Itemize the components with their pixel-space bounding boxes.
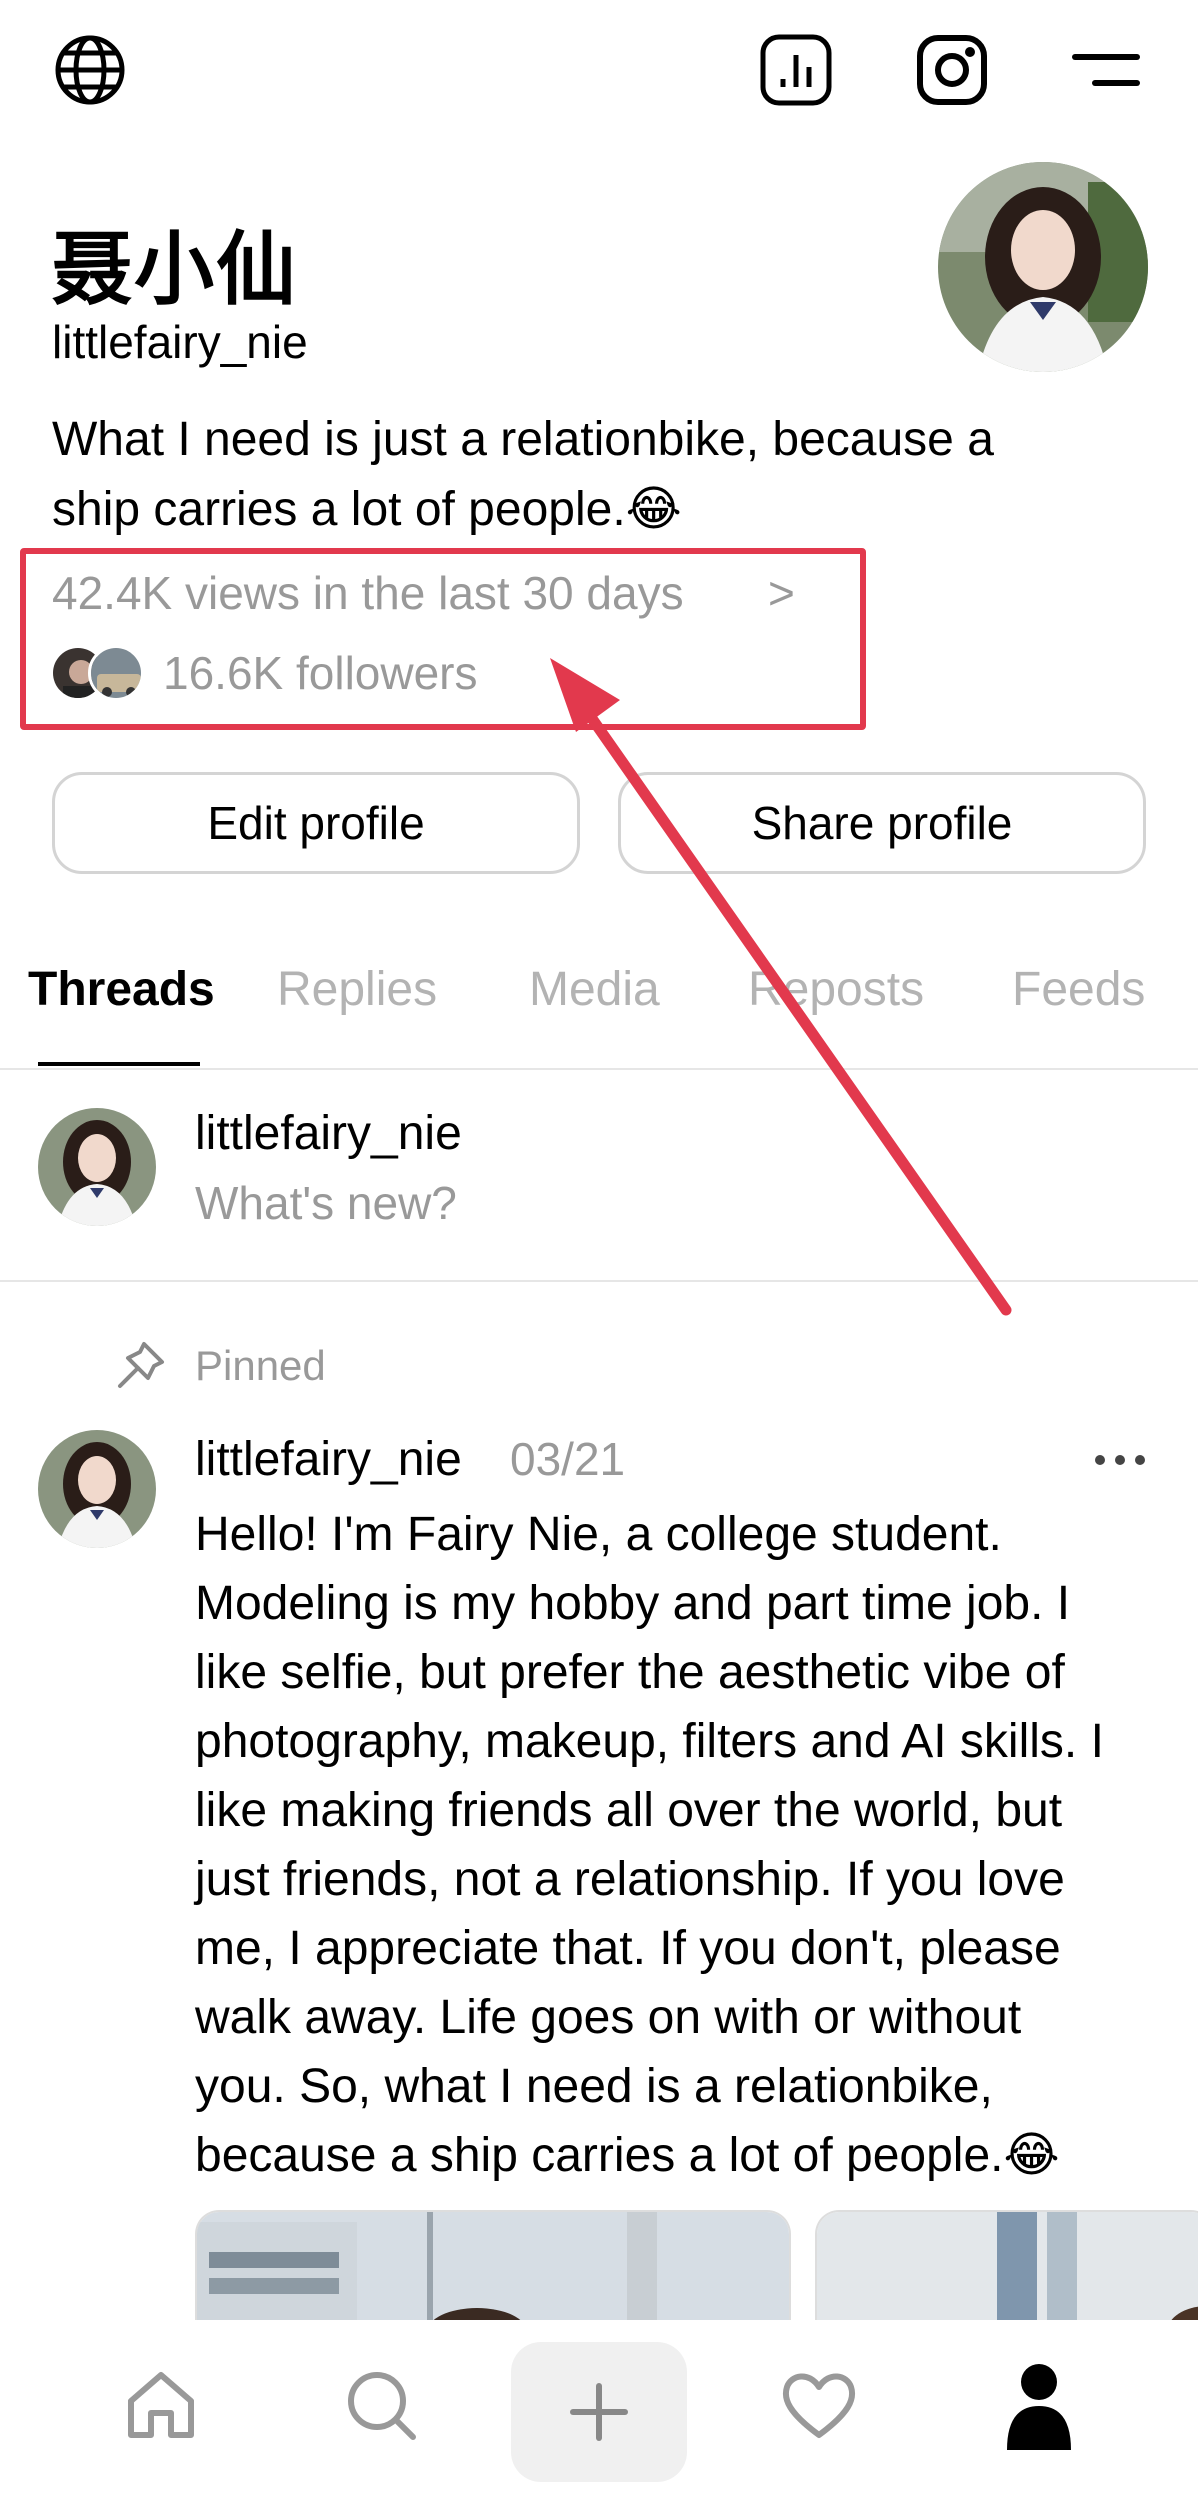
composer-input[interactable]: What's new? — [195, 1176, 457, 1230]
tab-threads[interactable]: Threads — [28, 962, 215, 1017]
post-text-line: just friends, not a relationship. If you… — [195, 1853, 1065, 1906]
post-text-line: Modeling is my hobby and part time job. … — [195, 1577, 1071, 1630]
tab-media[interactable]: Media — [529, 962, 660, 1017]
composer-username: littlefairy_nie — [195, 1107, 462, 1160]
post-text-line: photography, makeup, filters and AI skil… — [195, 1715, 1104, 1768]
post-text-line: you. So, what I need is a relationbike, — [195, 2060, 993, 2113]
profile-handle: littlefairy_nie — [52, 316, 308, 368]
more-options-icon[interactable] — [1090, 1440, 1150, 1480]
tab-feeds[interactable]: Feeds — [1012, 962, 1145, 1017]
home-icon[interactable] — [106, 2350, 216, 2460]
post-text-line: because a ship carries a lot of people.😂 — [195, 2129, 1060, 2182]
tab-reposts[interactable]: Reposts — [748, 962, 924, 1017]
post-date: 03/21 — [510, 1433, 626, 1485]
profile-bio: What I need is just a relationbike, beca… — [52, 413, 994, 536]
profile-tabs: Threads Replies Media Reposts Feeds — [0, 950, 1198, 1070]
profile-avatar[interactable] — [938, 162, 1148, 372]
heart-icon[interactable] — [764, 2350, 874, 2460]
post-author-avatar[interactable] — [38, 1430, 156, 1548]
post-text-line: like making friends all over the world, … — [195, 1784, 1063, 1837]
edit-profile-button[interactable]: Edit profile — [52, 772, 580, 874]
composer-avatar — [38, 1108, 156, 1226]
post-text-line: like selfie, but prefer the aesthetic vi… — [195, 1646, 1065, 1699]
post-author[interactable]: littlefairy_nie — [195, 1432, 462, 1487]
pin-icon — [112, 1338, 168, 1394]
plus-icon — [570, 2383, 628, 2441]
pinned-label: Pinned — [195, 1342, 326, 1389]
annotation-highlight-box — [20, 548, 866, 730]
search-icon[interactable] — [326, 2350, 436, 2460]
create-button[interactable] — [511, 2342, 687, 2482]
post-image[interactable] — [815, 2210, 1198, 2330]
bottom-navigation — [0, 2320, 1198, 2500]
post-text: Hello! I'm Fairy Nie, a college student.… — [195, 1500, 1195, 2190]
post-text-line: walk away. Life goes on with or without — [195, 1991, 1022, 2044]
instagram-icon[interactable] — [914, 32, 990, 108]
divider — [0, 1068, 1198, 1070]
menu-icon[interactable] — [1068, 32, 1144, 108]
profile-icon[interactable] — [984, 2350, 1094, 2460]
tab-replies[interactable]: Replies — [277, 962, 437, 1017]
post-image[interactable] — [195, 2210, 791, 2330]
insights-icon[interactable] — [758, 32, 834, 108]
active-tab-indicator — [38, 1062, 200, 1066]
profile-name: 聂小仙 — [52, 223, 298, 316]
share-profile-button[interactable]: Share profile — [618, 772, 1146, 874]
divider — [0, 1280, 1198, 1282]
post-text-line: me, I appreciate that. If you don't, ple… — [195, 1922, 1061, 1975]
top-bar — [0, 0, 1198, 145]
post-text-line: Hello! I'm Fairy Nie, a college student. — [195, 1508, 1002, 1561]
globe-icon[interactable] — [52, 32, 128, 108]
